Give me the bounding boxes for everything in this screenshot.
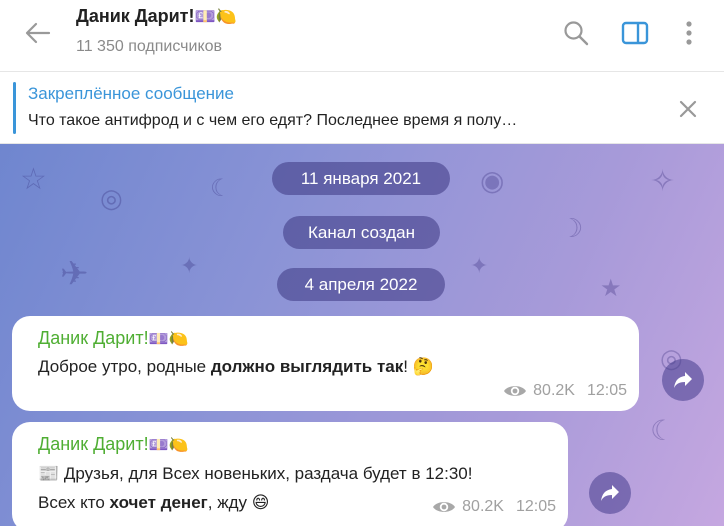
search-icon — [564, 21, 589, 46]
message-meta: 80.2K 12:05 — [432, 498, 556, 516]
date-separator: 4 апреля 2022 — [277, 268, 445, 301]
views-count: 80.2K — [462, 498, 504, 515]
service-message: Канал создан — [283, 216, 440, 249]
message-text-part: ! — [403, 357, 413, 376]
message-time: 12:05 — [515, 498, 556, 515]
message-bubble[interactable]: Даник Дарит!💷🍋 📰 Друзья, для Всех новень… — [12, 422, 568, 526]
close-icon — [679, 100, 697, 118]
views-eye-icon — [504, 386, 527, 396]
message-text-bold: должно выглядить так — [210, 357, 404, 376]
share-arrow-icon — [674, 372, 692, 388]
share-arrow-icon — [601, 485, 619, 501]
more-button[interactable] — [672, 16, 706, 50]
back-arrow-icon — [25, 22, 51, 44]
thinking-emoji: 🤔 — [412, 357, 434, 377]
more-vert-icon — [686, 21, 692, 45]
message-text-part: Друзья, для Всех новеньких, раздача буде… — [59, 464, 473, 483]
doodle-planet-icon: ◎ — [100, 184, 123, 214]
message-text-part: Всех кто — [38, 493, 110, 512]
views-count: 80.2K — [533, 382, 575, 399]
channel-name: Даник Дарит! — [76, 6, 195, 26]
doodle-star-icon: ✦ — [180, 254, 199, 279]
doodle-rocket-icon: ✈ — [60, 254, 89, 294]
chat-header: Даник Дарит!💷🍋 11 350 подписчиков — [0, 0, 724, 72]
pinned-close-button[interactable] — [671, 92, 705, 126]
doodle-moon-icon: ☽ — [560, 214, 584, 244]
smile-emoji: 😄 — [251, 493, 270, 513]
message-text-part: , жду — [207, 493, 252, 512]
channel-title[interactable]: Даник Дарит!💷🍋 — [76, 6, 237, 27]
doodle-moon-icon: ☾ — [650, 414, 676, 447]
author-emoji: 💷🍋 — [148, 435, 189, 454]
sidebar-toggle-button[interactable] — [618, 16, 652, 50]
views-eye-icon — [433, 502, 456, 512]
message-time: 12:05 — [586, 382, 627, 399]
doodle-moon-icon: ☾ — [210, 174, 232, 202]
author-name: Даник Дарит! — [38, 434, 149, 454]
back-button[interactable] — [22, 17, 54, 49]
search-button[interactable] — [559, 16, 593, 50]
subscriber-count: 11 350 подписчиков — [76, 38, 223, 55]
doodle-star-icon: ★ — [600, 274, 622, 302]
message-bubble[interactable]: Даник Дарит!💷🍋 Доброе утро, родные должн… — [12, 316, 639, 411]
sidebar-toggle-icon — [621, 21, 649, 45]
forward-button[interactable] — [589, 472, 631, 514]
forward-button[interactable] — [662, 359, 704, 401]
newspaper-icon: 📰 — [38, 464, 60, 484]
pinned-message-bar[interactable]: Закреплённое сообщение Что такое антифро… — [0, 72, 724, 144]
message-text: Всех кто хочет денег, жду 😄 — [38, 488, 269, 518]
pinned-title: Закреплённое сообщение — [28, 84, 234, 103]
doodle-planet-icon: ◉ — [480, 164, 505, 197]
chat-area: ☆ ◎ ☾ ✈ ✦ ◉ ☽ ✧ ★ ✦ ◎ ☾ 11 января 2021 К… — [0, 144, 724, 526]
message-meta: 80.2K 12:05 — [503, 382, 627, 400]
message-text: 📰 Друзья, для Всех новеньких, раздача бу… — [38, 459, 472, 489]
pinned-text: Что такое антифрод и с чем его едят? Пос… — [28, 112, 518, 129]
doodle-star-icon: ✧ — [650, 164, 676, 199]
author-name: Даник Дарит! — [38, 328, 149, 348]
message-text: Доброе утро, родные должно выглядить так… — [38, 352, 434, 382]
channel-title-emoji: 💷🍋 — [194, 7, 237, 27]
message-text-part: Доброе утро, родные — [38, 357, 211, 376]
doodle-star-icon: ☆ — [20, 162, 47, 197]
author-emoji: 💷🍋 — [148, 329, 189, 348]
message-author[interactable]: Даник Дарит!💷🍋 — [38, 434, 188, 455]
date-separator: 11 января 2021 — [272, 162, 450, 195]
message-text-bold: хочет денег — [109, 493, 208, 512]
doodle-star-icon: ✦ — [470, 254, 489, 279]
pinned-accent-bar — [13, 82, 16, 134]
message-author[interactable]: Даник Дарит!💷🍋 — [38, 328, 188, 349]
